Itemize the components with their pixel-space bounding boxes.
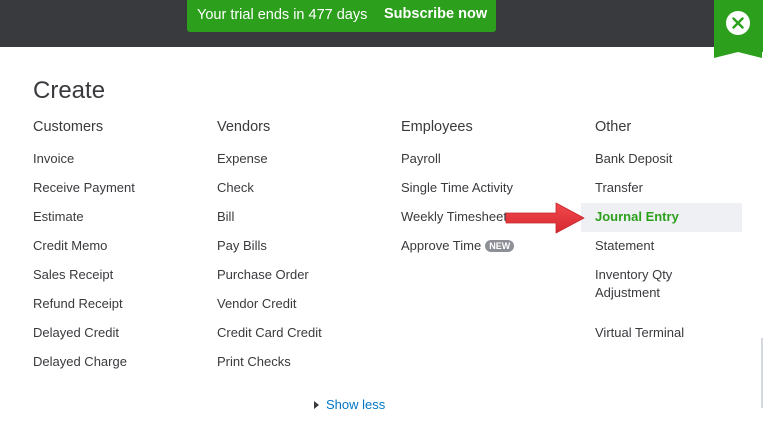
create-bill[interactable]: Bill xyxy=(217,208,397,237)
caret-right-icon xyxy=(314,401,319,409)
column-header-vendors: Vendors xyxy=(217,119,271,135)
create-virtual-terminal[interactable]: Virtual Terminal xyxy=(595,324,763,353)
create-inventory-qty-adjustment[interactable]: Inventory Qty Adjustment xyxy=(595,266,705,324)
customers-column: Customers Invoice Receive Payment Estima… xyxy=(33,117,213,382)
create-sales-receipt[interactable]: Sales Receipt xyxy=(33,266,213,295)
create-delayed-charge[interactable]: Delayed Charge xyxy=(33,353,213,382)
vendors-column: Vendors Expense Check Bill Pay Bills Pur… xyxy=(217,117,397,382)
create-purchase-order[interactable]: Purchase Order xyxy=(217,266,397,295)
column-header-employees: Employees xyxy=(401,119,473,135)
trial-text: Your trial ends in 477 days xyxy=(197,7,368,23)
create-print-checks[interactable]: Print Checks xyxy=(217,353,397,382)
create-pay-bills[interactable]: Pay Bills xyxy=(217,237,397,266)
create-journal-entry[interactable]: Journal Entry xyxy=(595,208,763,237)
trial-banner: Your trial ends in 477 days Subscribe no… xyxy=(187,0,496,32)
new-badge: NEW xyxy=(485,240,515,252)
create-statement[interactable]: Statement xyxy=(595,237,763,266)
approve-time-label: Approve Time xyxy=(401,238,482,253)
close-button[interactable] xyxy=(726,11,750,35)
show-less-label: Show less xyxy=(326,397,386,412)
create-receive-payment[interactable]: Receive Payment xyxy=(33,179,213,208)
create-transfer[interactable]: Transfer xyxy=(595,179,763,208)
create-payroll[interactable]: Payroll xyxy=(401,150,581,179)
create-refund-receipt[interactable]: Refund Receipt xyxy=(33,295,213,324)
employees-column: Employees Payroll Single Time Activity W… xyxy=(401,117,581,266)
create-bank-deposit[interactable]: Bank Deposit xyxy=(595,150,763,179)
create-credit-card-credit[interactable]: Credit Card Credit xyxy=(217,324,397,353)
red-arrow-annotation xyxy=(505,202,585,234)
create-invoice[interactable]: Invoice xyxy=(33,150,213,179)
create-delayed-credit[interactable]: Delayed Credit xyxy=(33,324,213,353)
column-header-other: Other xyxy=(595,119,632,135)
create-expense[interactable]: Expense xyxy=(217,150,397,179)
subscribe-button[interactable]: Subscribe now xyxy=(384,6,487,22)
create-vendor-credit[interactable]: Vendor Credit xyxy=(217,295,397,324)
create-approve-time[interactable]: Approve Time NEW xyxy=(401,237,581,266)
create-check[interactable]: Check xyxy=(217,179,397,208)
create-credit-memo[interactable]: Credit Memo xyxy=(33,237,213,266)
close-tab-notch xyxy=(714,52,762,58)
page-title: Create xyxy=(33,77,106,104)
close-tab xyxy=(714,0,763,58)
create-estimate[interactable]: Estimate xyxy=(33,208,213,237)
other-column: Other Bank Deposit Transfer Journal Entr… xyxy=(595,117,763,353)
show-less-link[interactable]: Show less xyxy=(314,397,385,412)
column-header-customers: Customers xyxy=(33,119,104,135)
close-icon xyxy=(732,17,744,29)
